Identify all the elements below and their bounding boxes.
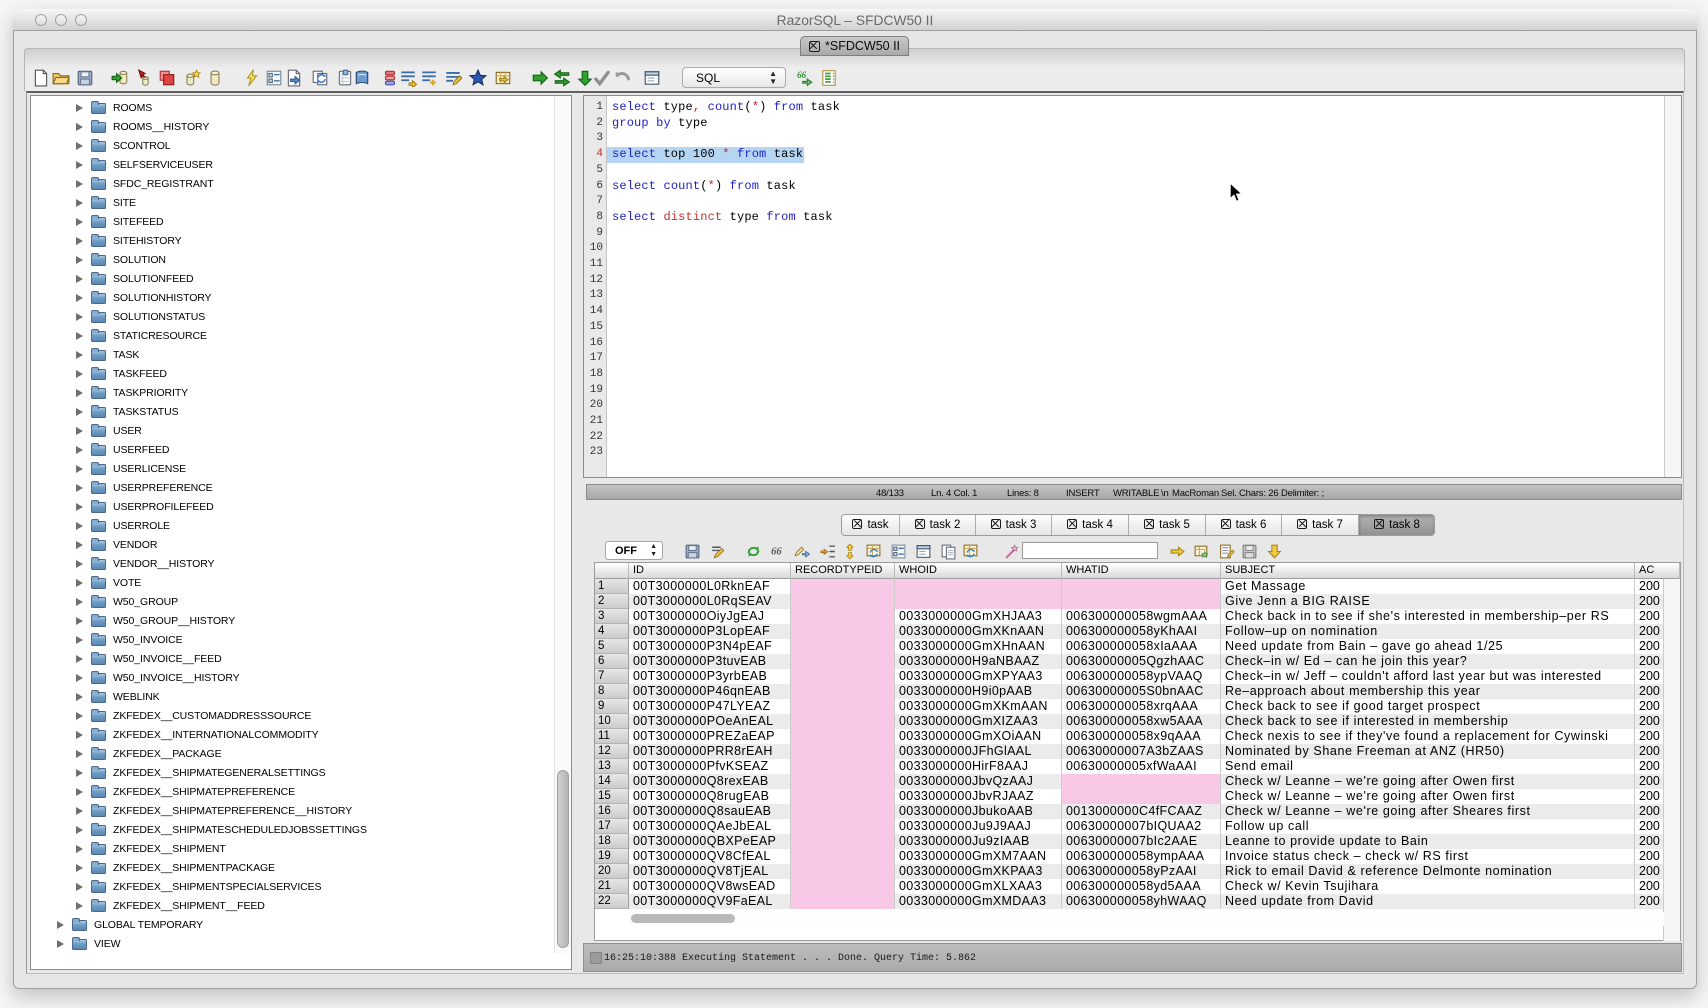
- svg-text:66: 66: [797, 70, 807, 80]
- svg-text:66: 66: [771, 547, 782, 558]
